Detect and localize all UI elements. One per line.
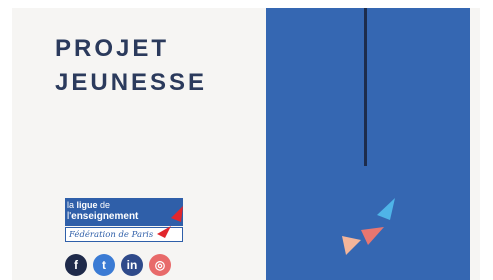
logo-flag-icon — [157, 206, 183, 238]
logo-line-2: l'enseignement — [67, 211, 139, 222]
cyan-arrow-icon — [377, 198, 395, 220]
facebook-icon[interactable]: f — [65, 254, 87, 276]
twitter-icon[interactable]: t — [93, 254, 115, 276]
cover-illustration — [342, 8, 395, 255]
vertical-line — [364, 8, 367, 166]
title-line-2: JEUNESSE — [55, 69, 208, 96]
cover-illustration-panel — [266, 8, 470, 280]
title-line-1: PROJET — [55, 35, 170, 62]
logo-line-1: la ligue de — [67, 200, 111, 210]
coral-arrow-icon — [361, 227, 384, 245]
peach-arrow-icon — [342, 236, 361, 255]
logo-subtitle: Fédération de Paris — [69, 230, 154, 240]
document-page: PROJET JEUNESSE la ligue de l'enseigneme… — [12, 8, 480, 280]
social-links: f t in ◎ — [65, 254, 171, 276]
linkedin-icon[interactable]: in — [121, 254, 143, 276]
instagram-icon[interactable]: ◎ — [149, 254, 171, 276]
ligue-enseignement-logo: la ligue de l'enseignement Fédération de… — [65, 198, 183, 242]
page-title: PROJET JEUNESSE — [55, 32, 207, 100]
page-frame: PROJET JEUNESSE la ligue de l'enseigneme… — [0, 0, 493, 280]
